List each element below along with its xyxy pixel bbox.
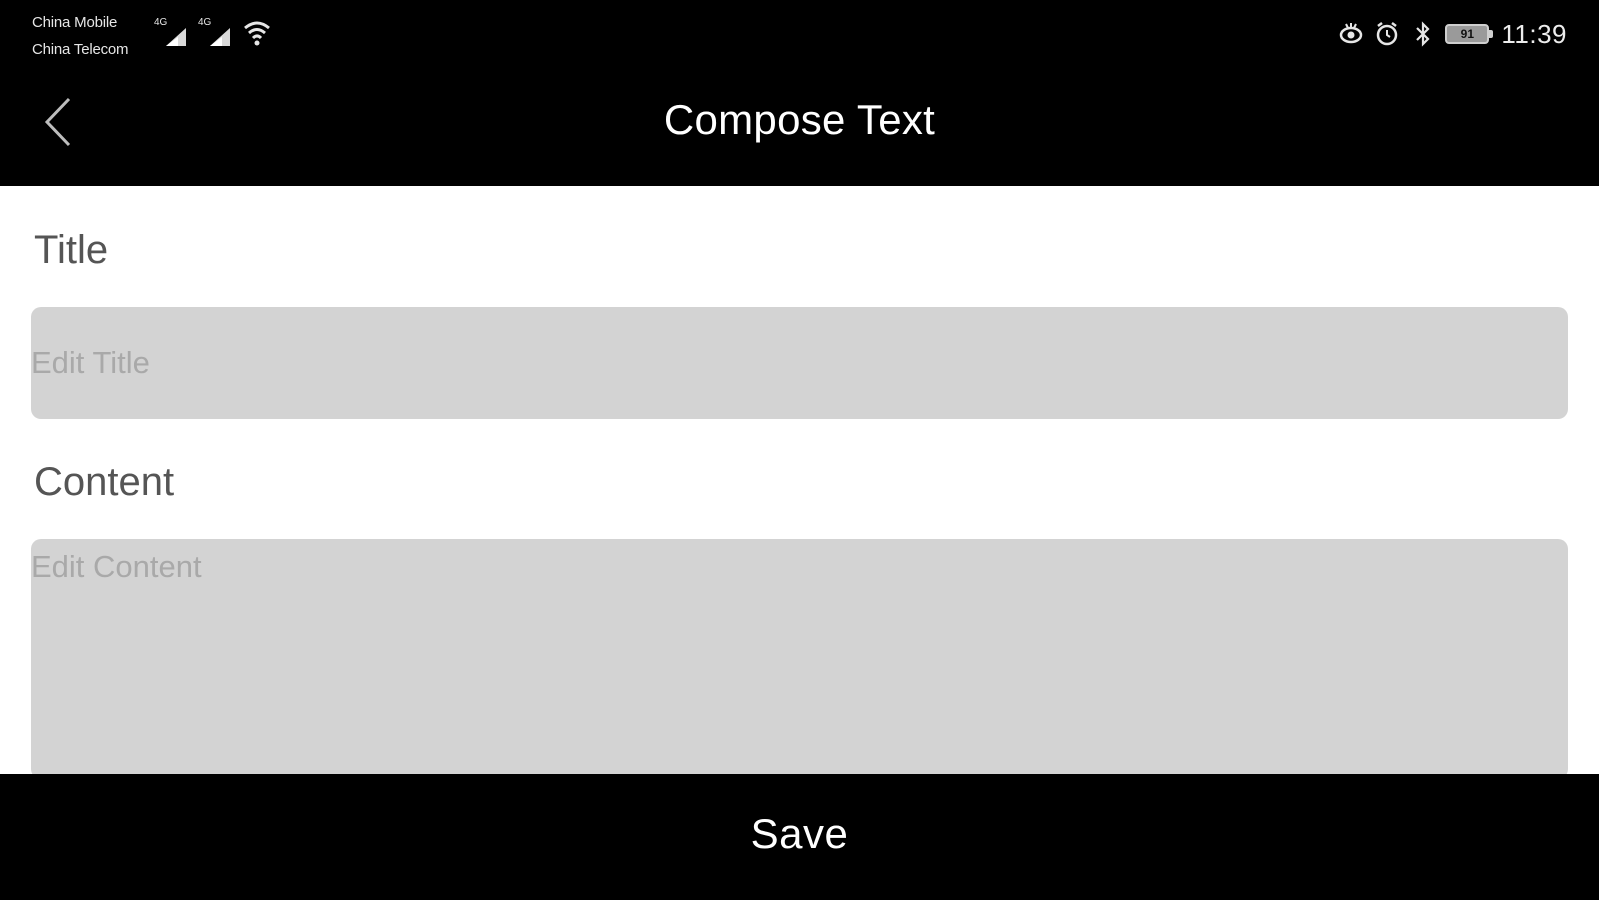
signal-icon: 4G	[198, 18, 232, 48]
carrier-1-name: China Mobile	[32, 14, 118, 31]
eye-icon	[1337, 20, 1365, 48]
signal-indicators: 4G 4G	[154, 16, 272, 48]
alarm-icon	[1373, 20, 1401, 48]
status-time: 11:39	[1501, 18, 1567, 49]
nav-bar: Compose Text	[0, 72, 1599, 186]
battery-level: 91	[1460, 27, 1475, 41]
content-label: Content	[34, 460, 175, 504]
status-bar: China Mobile China Telecom 4G 4G 91 11:3…	[0, 0, 1599, 72]
bluetooth-icon	[1409, 20, 1437, 48]
carrier-2-name: China Telecom	[32, 41, 129, 58]
compose-text-screen: China Mobile China Telecom 4G 4G 91 11:3…	[0, 0, 1599, 900]
save-button-label: Save	[750, 810, 849, 857]
title-input[interactable]	[31, 307, 1568, 419]
content-input[interactable]	[31, 539, 1568, 779]
title-label: Title	[34, 228, 109, 272]
battery-icon: 91	[1445, 24, 1494, 44]
carrier-info: China Mobile China Telecom	[32, 9, 129, 63]
page-title: Compose Text	[663, 96, 936, 143]
status-right-group: 91 11:39	[1337, 16, 1567, 52]
signal-icon: 4G	[154, 18, 188, 48]
wifi-icon	[242, 18, 272, 48]
save-button[interactable]: Save	[0, 774, 1599, 900]
